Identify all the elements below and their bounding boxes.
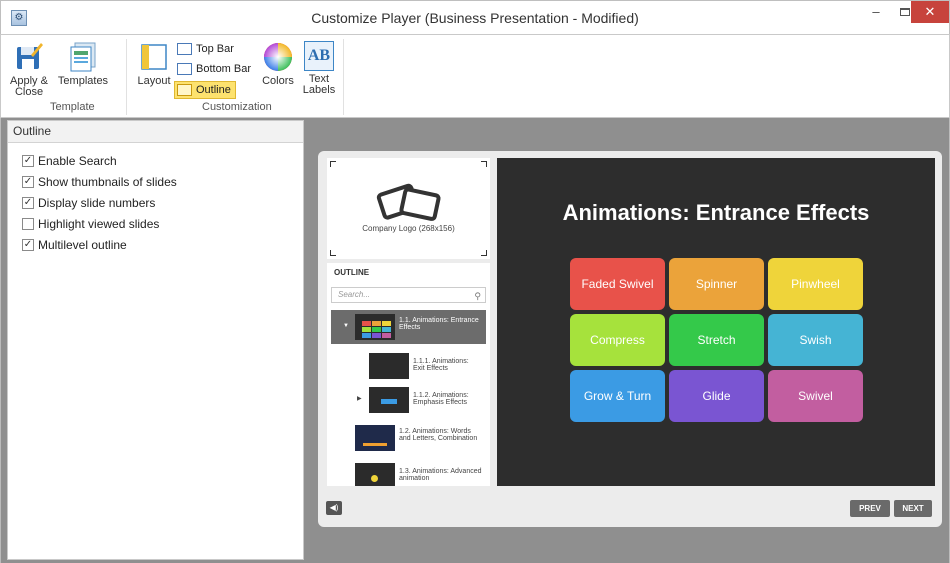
checkbox[interactable] (22, 218, 34, 230)
outline-item-label: 1.1.1. Animations: Exit Effects (413, 358, 469, 372)
top-bar-icon (177, 43, 192, 55)
templates-icon (70, 42, 96, 72)
option-checkbox[interactable]: Highlight viewed slides (22, 217, 159, 233)
prev-button[interactable]: PREV (850, 500, 890, 517)
ribbon: Apply & Close Templates Template Layout … (0, 34, 950, 118)
ribbon-separator (126, 39, 127, 115)
next-button[interactable]: NEXT (894, 500, 932, 517)
option-label: Display slide numbers (38, 196, 156, 210)
volume-button[interactable]: ◀) (326, 501, 342, 515)
window-title: Customize Player (Business Presentation … (311, 10, 639, 26)
search-icon: ⚲ (474, 291, 481, 301)
title-bar: ⚙ Customize Player (Business Presentatio… (0, 0, 950, 34)
outline-search-input[interactable]: Search... ⚲ (331, 287, 486, 303)
template-group-label: Template (50, 101, 95, 113)
outline-icon (177, 84, 192, 96)
colors-label: Colors (262, 75, 294, 87)
panel-title: Outline (8, 121, 303, 143)
text-labels-icon: AB (304, 41, 334, 71)
top-bar-label: Top Bar (196, 43, 234, 55)
effect-tile: Spinner (669, 258, 764, 310)
option-label: Multilevel outline (38, 238, 127, 252)
close-button[interactable]: ✕ (911, 1, 949, 23)
outline-item[interactable]: 1.2. Animations: Words and Letters, Comb… (331, 421, 486, 455)
slide-thumbnail (355, 314, 395, 340)
effect-tile: Faded Swivel (570, 258, 665, 310)
templates-label: Templates (57, 75, 109, 87)
color-wheel-icon (264, 43, 292, 71)
outline-item[interactable]: ▼ 1.1. Animations: Entrance Effects (331, 310, 486, 344)
bottom-bar-icon (177, 63, 192, 75)
templates-button[interactable]: Templates (57, 41, 109, 87)
checkbox[interactable]: ✓ (22, 197, 34, 209)
maximize-icon (900, 8, 910, 16)
outline-item-label: 1.3. Animations: Advanced animation (399, 468, 482, 482)
slide-title: Animations: Entrance Effects (562, 200, 870, 225)
effect-tile: Swish (768, 314, 863, 366)
bottom-bar-button[interactable]: Bottom Bar (175, 61, 251, 79)
checkbox[interactable]: ✓ (22, 176, 34, 188)
apply-close-button[interactable]: Apply & Close (7, 41, 51, 98)
outline-item[interactable]: ▶ 1.1.2. Animations: Emphasis Effects (331, 385, 486, 415)
outline-item[interactable]: 1.1.1. Animations: Exit Effects (331, 351, 486, 381)
slide-thumbnail (369, 387, 409, 413)
option-checkbox[interactable]: ✓ Display slide numbers (22, 196, 155, 212)
company-logo-box[interactable]: Company Logo (268x156) (327, 158, 490, 259)
outline-button[interactable]: Outline (174, 81, 236, 99)
logo-placeholder-icon (376, 183, 441, 221)
option-checkbox[interactable]: ✓ Show thumbnails of slides (22, 175, 177, 191)
option-checkbox[interactable]: ✓ Enable Search (22, 154, 117, 170)
text-labels-label: Text Labels (302, 73, 336, 96)
search-placeholder: Search... (338, 290, 371, 299)
layout-icon (141, 44, 167, 70)
outline-panel: OUTLINE Search... ⚲ ▼ 1.1. Animations: En… (327, 263, 490, 486)
effect-tile: Swivel (768, 370, 863, 422)
slide-thumbnail (355, 425, 395, 451)
checkbox[interactable]: ✓ (22, 239, 34, 251)
top-bar-button[interactable]: Top Bar (175, 41, 234, 59)
effect-tile: Stretch (669, 314, 764, 366)
outline-label: Outline (196, 84, 231, 96)
bottom-bar-label: Bottom Bar (196, 63, 252, 75)
minimize-button[interactable]: – (861, 1, 891, 23)
colors-button[interactable]: Colors (258, 41, 298, 87)
option-checkbox[interactable]: ✓ Multilevel outline (22, 238, 127, 254)
outline-item-label: 1.1. Animations: Entrance Effects (399, 317, 479, 331)
slide-thumbnail (369, 353, 409, 379)
checkbox[interactable]: ✓ (22, 155, 34, 167)
apply-close-label: Apply & Close (10, 75, 48, 98)
customization-group-label: Customization (202, 101, 272, 113)
player-control-bar: ◀) PREV NEXT (326, 499, 934, 519)
outline-heading: OUTLINE (334, 268, 370, 277)
effect-tile: Compress (570, 314, 665, 366)
option-label: Highlight viewed slides (38, 217, 160, 231)
effect-tile: Glide (669, 370, 764, 422)
option-label: Enable Search (38, 154, 117, 168)
outline-item-label: 1.2. Animations: Words and Letters, Comb… (399, 428, 478, 442)
effect-tile: Grow & Turn (570, 370, 665, 422)
layout-button[interactable]: Layout (134, 41, 174, 87)
slide-canvas: Animations: Entrance Effects Faded Swive… (497, 158, 935, 486)
outline-item[interactable]: 1.3. Animations: Advanced animation (331, 461, 486, 486)
text-labels-button[interactable]: AB Text Labels (301, 41, 337, 96)
logo-text: Company Logo (268x156) (362, 224, 455, 233)
collapse-arrow-icon[interactable]: ▼ (343, 323, 349, 330)
expand-arrow-icon[interactable]: ▶ (357, 396, 362, 403)
outline-item-label: 1.1.2. Animations: Emphasis Effects (413, 392, 469, 406)
ribbon-separator (343, 39, 344, 115)
slide-thumbnail (355, 463, 395, 486)
save-icon (17, 43, 43, 69)
effect-tile: Pinwheel (768, 258, 863, 310)
layout-label: Layout (137, 75, 171, 87)
option-label: Show thumbnails of slides (38, 175, 177, 189)
